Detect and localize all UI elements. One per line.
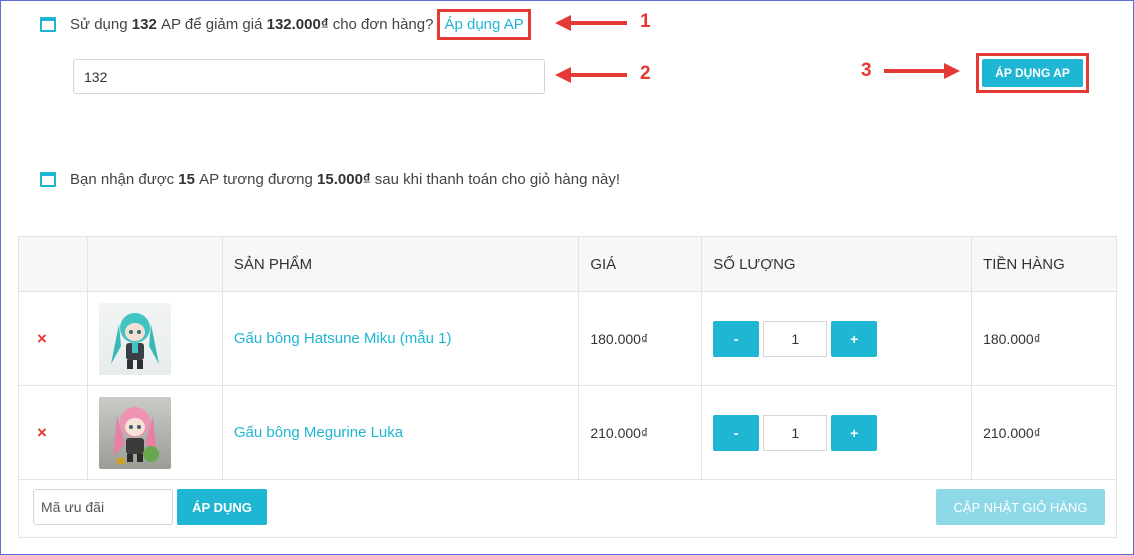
earn-notice-value: 15.000₫ (317, 171, 371, 188)
annotation-box-3: ÁP DỤNG AP (976, 53, 1089, 93)
calendar-icon (40, 17, 56, 32)
increase-qty-button[interactable]: + (831, 320, 878, 357)
calendar-icon (40, 172, 56, 187)
ap-usage-notice: Sử dụng 132 AP để giảm giá 132.000₫ cho … (40, 9, 531, 40)
table-row: × Gấu bông Megurine Luka 210.000₫ - 1 + … (18, 385, 1117, 480)
earn-notice-suffix: sau khi thanh toán cho giỏ hàng này! (374, 171, 620, 188)
earn-notice-prefix: Bạn nhận được (70, 171, 175, 188)
ap-notice-amount: 132 (131, 16, 157, 33)
product-cell: Gấu bông Megurine Luka (221, 385, 580, 480)
cart-header-row: SẢN PHẨM GIÁ SỐ LƯỢNG TIỀN HÀNG (18, 236, 1117, 292)
remove-item-button[interactable]: × (18, 385, 88, 480)
annotation-arrow-3 (884, 63, 960, 79)
cart-table: SẢN PHẨM GIÁ SỐ LƯỢNG TIỀN HÀNG × Gấu bô… (18, 236, 1117, 480)
table-row: × Gấu bông Hatsune Miku (mẫu 1) 180.000₫… (18, 291, 1117, 386)
ap-amount-input[interactable] (73, 59, 545, 94)
ap-earn-notice: Bạn nhận được 15 AP tương đương 15.000₫ … (40, 171, 620, 188)
price-cell: 210.000₫ (578, 385, 703, 480)
coupon-code-input[interactable] (33, 489, 173, 525)
cart-actions-row: ÁP DỤNG CẬP NHẬT GIỎ HÀNG (18, 479, 1117, 538)
quantity-field[interactable]: 1 (763, 414, 828, 451)
quantity-field[interactable]: 1 (763, 320, 828, 357)
ap-notice-suffix: cho đơn hàng? (332, 16, 434, 33)
quantity-cell: - 1 + (701, 291, 973, 386)
earn-notice-amount: 15 (178, 171, 195, 188)
annotation-arrow-2 (555, 67, 627, 83)
header-remove (18, 236, 88, 292)
quantity-stepper: - 1 + (713, 320, 971, 357)
product-image-luka[interactable] (98, 396, 171, 469)
decrease-qty-button[interactable]: - (713, 414, 760, 451)
subtotal-cell: 210.000₫ (971, 385, 1117, 480)
header-price: GIÁ (578, 236, 703, 292)
annotation-box-1: Áp dụng AP (437, 9, 531, 40)
decrease-qty-button[interactable]: - (713, 320, 760, 357)
apply-ap-link[interactable]: Áp dụng AP (444, 16, 523, 33)
increase-qty-button[interactable]: + (831, 414, 878, 451)
header-quantity: SỐ LƯỢNG (701, 236, 973, 292)
product-cell: Gấu bông Hatsune Miku (mẫu 1) (221, 291, 580, 386)
ap-notice-discount: 132.000₫ (266, 16, 329, 33)
update-cart-button[interactable]: CẬP NHẬT GIỎ HÀNG (936, 489, 1105, 525)
product-name-link[interactable]: Gấu bông Megurine Luka (234, 424, 403, 441)
remove-item-button[interactable]: × (18, 291, 88, 386)
annotation-arrow-1 (555, 15, 627, 31)
annotation-number-1: 1 (640, 11, 651, 32)
apply-coupon-button[interactable]: ÁP DỤNG (177, 489, 267, 525)
header-thumbnail (86, 236, 223, 292)
ap-notice-mid: AP để giảm giá (160, 16, 263, 33)
thumbnail-cell (86, 385, 223, 480)
quantity-cell: - 1 + (701, 385, 973, 480)
annotation-number-2: 2 (640, 63, 651, 84)
quantity-stepper: - 1 + (713, 414, 971, 451)
annotation-number-3: 3 (861, 60, 872, 81)
thumbnail-cell (86, 291, 223, 386)
apply-ap-button[interactable]: ÁP DỤNG AP (982, 59, 1083, 87)
product-name-link[interactable]: Gấu bông Hatsune Miku (mẫu 1) (234, 330, 452, 347)
ap-notice-prefix: Sử dụng (70, 16, 128, 33)
product-image-miku[interactable] (98, 302, 171, 375)
price-cell: 180.000₫ (578, 291, 703, 386)
header-product: SẢN PHẨM (221, 236, 580, 292)
earn-notice-mid: AP tương đương (199, 171, 313, 188)
subtotal-cell: 180.000₫ (971, 291, 1117, 386)
header-subtotal: TIỀN HÀNG (971, 236, 1117, 292)
